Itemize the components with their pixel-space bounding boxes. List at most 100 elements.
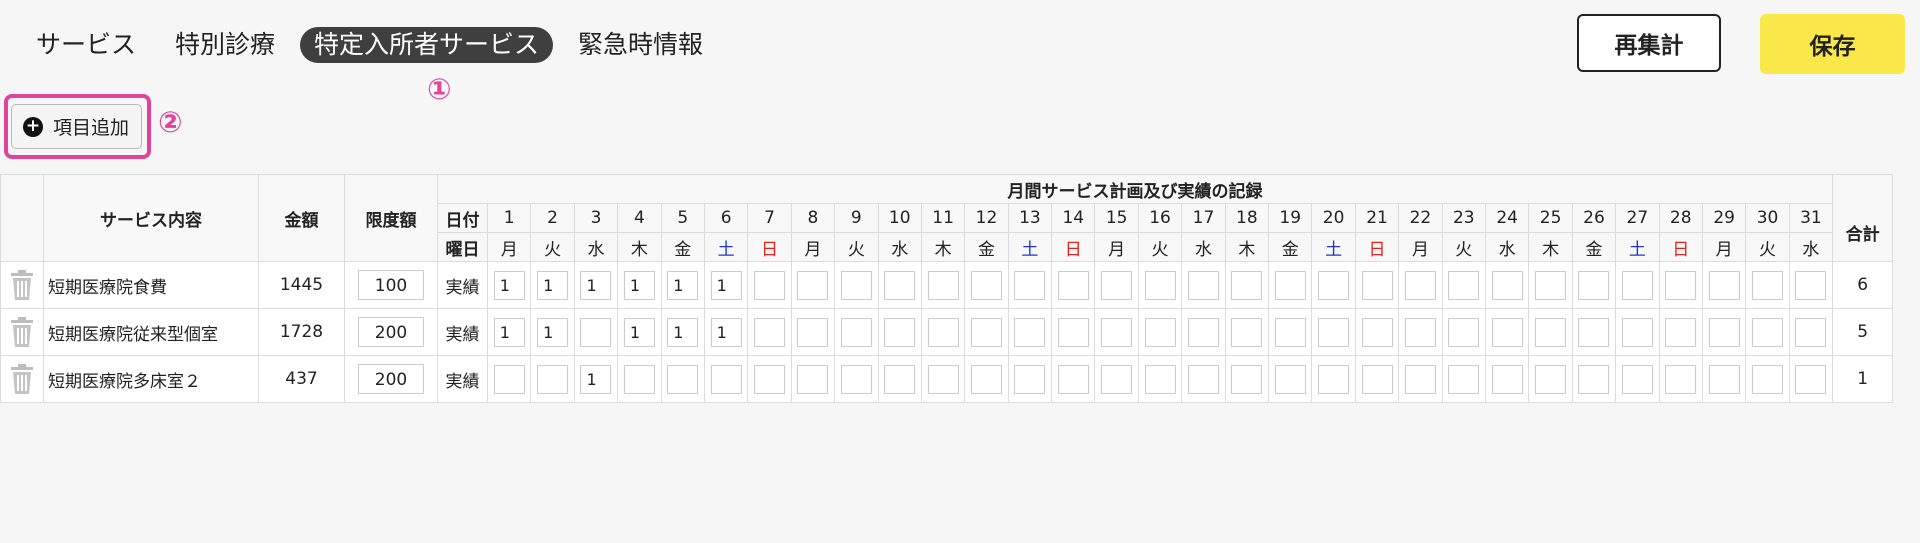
day-value-input[interactable]: 1: [623, 270, 655, 300]
day-value-input[interactable]: [1318, 317, 1350, 347]
tab-specific-resident-service[interactable]: 特定入所者サービス: [300, 27, 554, 63]
day-value-input[interactable]: [1708, 317, 1740, 347]
day-value-input[interactable]: [1274, 270, 1306, 300]
day-value-input[interactable]: [1578, 364, 1610, 394]
day-value-input[interactable]: [1448, 317, 1480, 347]
day-value-input[interactable]: 1: [710, 317, 742, 347]
day-value-input[interactable]: [927, 270, 959, 300]
day-value-input[interactable]: [1578, 270, 1610, 300]
day-value-input[interactable]: [1361, 317, 1393, 347]
day-value-input[interactable]: [1014, 317, 1046, 347]
day-value-input[interactable]: [797, 364, 829, 394]
limit-input[interactable]: 100: [358, 270, 424, 300]
day-value-input[interactable]: 1: [667, 270, 699, 300]
day-value-input[interactable]: [1404, 270, 1436, 300]
tab-service[interactable]: サービス: [22, 27, 150, 63]
day-value-input[interactable]: [1621, 364, 1653, 394]
delete-row-button[interactable]: [0, 308, 44, 356]
day-value-input[interactable]: [623, 364, 655, 394]
tab-emergency-info[interactable]: 緊急時情報: [564, 27, 717, 63]
day-value-input[interactable]: 1: [537, 270, 569, 300]
day-value-input[interactable]: [1144, 270, 1176, 300]
day-value-input[interactable]: [1361, 270, 1393, 300]
day-value-input[interactable]: 1: [493, 270, 525, 300]
delete-row-button[interactable]: [0, 355, 44, 403]
day-value-input[interactable]: [1404, 364, 1436, 394]
day-value-input[interactable]: [1665, 270, 1697, 300]
day-value-input[interactable]: [1795, 317, 1827, 347]
day-value-input[interactable]: [1795, 364, 1827, 394]
day-value-input[interactable]: [1535, 317, 1567, 347]
day-value-input[interactable]: [884, 317, 916, 347]
day-value-input[interactable]: [1101, 317, 1133, 347]
day-value-input[interactable]: [754, 317, 786, 347]
day-value-input[interactable]: [754, 364, 786, 394]
day-value-input[interactable]: [840, 364, 872, 394]
day-value-input[interactable]: [537, 364, 569, 394]
tab-special-care[interactable]: 特別診療: [161, 27, 289, 63]
day-value-input[interactable]: 1: [580, 364, 612, 394]
day-value-input[interactable]: [580, 317, 612, 347]
day-value-input[interactable]: [1535, 364, 1567, 394]
day-value-input[interactable]: [840, 317, 872, 347]
limit-input[interactable]: 200: [358, 364, 424, 394]
day-value-input[interactable]: [1621, 317, 1653, 347]
add-item-button[interactable]: + 項目追加: [11, 104, 142, 149]
day-value-input[interactable]: [1274, 364, 1306, 394]
day-value-input[interactable]: [1057, 364, 1089, 394]
day-value-input[interactable]: [1491, 364, 1523, 394]
day-value-input[interactable]: [1578, 317, 1610, 347]
day-value-input[interactable]: [1101, 270, 1133, 300]
recalculate-button[interactable]: 再集計: [1577, 14, 1721, 72]
day-value-input[interactable]: [884, 270, 916, 300]
day-value-input[interactable]: [1274, 317, 1306, 347]
day-value-input[interactable]: [710, 364, 742, 394]
day-value-input[interactable]: [1144, 317, 1176, 347]
day-value-input[interactable]: [970, 270, 1002, 300]
day-value-input[interactable]: [1057, 317, 1089, 347]
day-value-input[interactable]: [1665, 364, 1697, 394]
save-button[interactable]: 保存: [1760, 14, 1905, 74]
day-value-input[interactable]: [1708, 270, 1740, 300]
day-value-input[interactable]: 1: [623, 317, 655, 347]
day-value-input[interactable]: [884, 364, 916, 394]
day-value-input[interactable]: [1318, 364, 1350, 394]
day-value-input[interactable]: [1014, 364, 1046, 394]
day-value-input[interactable]: [1752, 317, 1784, 347]
day-value-input[interactable]: [1404, 317, 1436, 347]
day-value-input[interactable]: 1: [667, 317, 699, 347]
delete-row-button[interactable]: [0, 261, 44, 309]
day-value-input[interactable]: [1187, 270, 1219, 300]
limit-input[interactable]: 200: [358, 317, 424, 347]
day-value-input[interactable]: [1752, 270, 1784, 300]
day-value-input[interactable]: [1014, 270, 1046, 300]
day-value-input[interactable]: [1101, 364, 1133, 394]
day-value-input[interactable]: [1144, 364, 1176, 394]
day-value-input[interactable]: [1535, 270, 1567, 300]
day-value-input[interactable]: [1708, 364, 1740, 394]
day-value-input[interactable]: 1: [710, 270, 742, 300]
day-value-input[interactable]: [493, 364, 525, 394]
day-value-input[interactable]: [1361, 364, 1393, 394]
day-value-input[interactable]: [1448, 270, 1480, 300]
day-value-input[interactable]: [1231, 270, 1263, 300]
day-value-input[interactable]: [1318, 270, 1350, 300]
day-value-input[interactable]: [927, 364, 959, 394]
day-value-input[interactable]: 1: [580, 270, 612, 300]
day-value-input[interactable]: [797, 270, 829, 300]
day-value-input[interactable]: 1: [493, 317, 525, 347]
day-value-input[interactable]: [754, 270, 786, 300]
day-value-input[interactable]: [1621, 270, 1653, 300]
day-value-input[interactable]: [840, 270, 872, 300]
day-value-input[interactable]: [1752, 364, 1784, 394]
day-value-input[interactable]: [1187, 364, 1219, 394]
day-value-input[interactable]: 1: [537, 317, 569, 347]
day-value-input[interactable]: [970, 317, 1002, 347]
day-value-input[interactable]: [1795, 270, 1827, 300]
day-value-input[interactable]: [1231, 317, 1263, 347]
day-value-input[interactable]: [1057, 270, 1089, 300]
day-value-input[interactable]: [927, 317, 959, 347]
day-value-input[interactable]: [1665, 317, 1697, 347]
day-value-input[interactable]: [667, 364, 699, 394]
day-value-input[interactable]: [1491, 270, 1523, 300]
